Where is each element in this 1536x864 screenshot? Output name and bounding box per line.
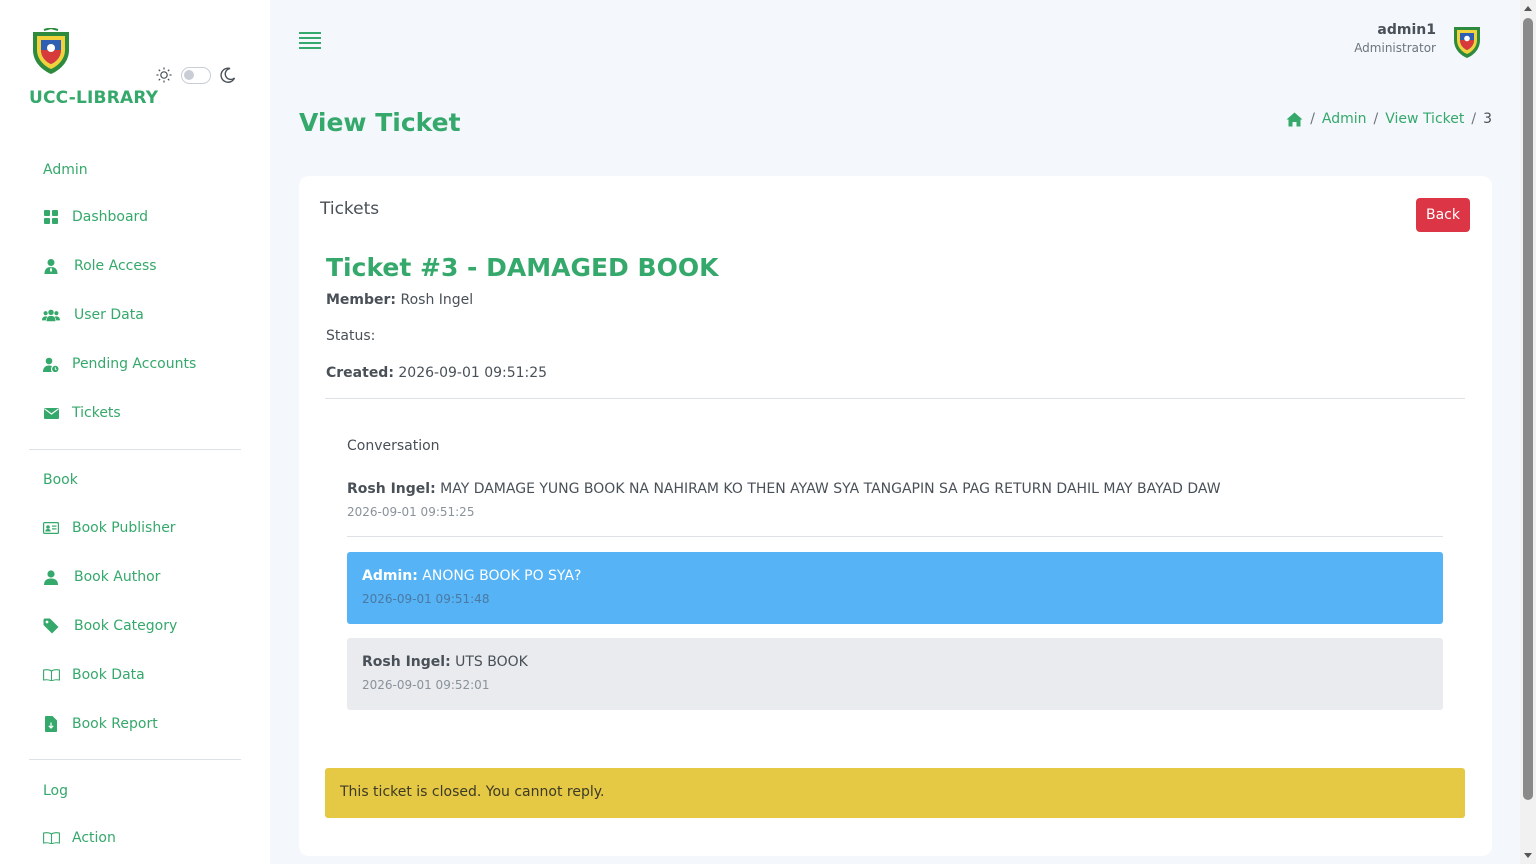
card-title: Tickets: [320, 199, 380, 219]
sidebar-item-book-category[interactable]: Book Category: [29, 608, 241, 644]
message-body: MAY DAMAGE YUNG BOOK NA NAHIRAM KO THEN …: [440, 481, 1221, 497]
sidebar-item-label: Dashboard: [72, 209, 148, 225]
breadcrumb-current: 3: [1483, 111, 1492, 127]
breadcrumb-separator: /: [1373, 111, 1379, 127]
hamburger-line: [299, 37, 321, 39]
theme-toggle: [155, 66, 237, 84]
ticket-member: Member: Rosh Ingel: [326, 292, 473, 308]
user-info[interactable]: admin1 Administrator: [1354, 22, 1436, 55]
created-value: 2026-09-01 09:51:25: [398, 365, 548, 381]
sidebar-item-book-data[interactable]: Book Data: [29, 657, 241, 693]
sidebar-item-label: Book Author: [74, 569, 161, 585]
scroll-up-icon[interactable]: [1524, 6, 1532, 11]
message-author: Rosh Ingel:: [362, 654, 451, 670]
sidebar-item-dashboard[interactable]: Dashboard: [29, 199, 241, 235]
user-role: Administrator: [1354, 41, 1436, 55]
sidebar-item-label: Book Report: [72, 716, 158, 732]
grid-icon: [42, 208, 60, 226]
sidebar-item-book-publisher[interactable]: Book Publisher: [29, 510, 241, 546]
user-name: admin1: [1377, 22, 1436, 38]
sidebar-divider: [29, 759, 241, 760]
section-title-log: Log: [43, 783, 69, 799]
brand-name: UCC-LIBRARY: [29, 88, 159, 108]
message-body: ANONG BOOK PO SYA?: [422, 568, 582, 584]
file-download-icon: [42, 715, 60, 733]
moon-icon: [220, 67, 236, 83]
admin-message: Admin: ANONG BOOK PO SYA? 2026-09-01 09:…: [347, 552, 1443, 624]
ticket-created: Created: 2026-09-01 09:51:25: [326, 365, 547, 381]
sun-icon: [156, 67, 172, 83]
sidebar-item-label: Role Access: [74, 258, 157, 274]
back-button[interactable]: Back: [1416, 198, 1470, 232]
message-time: 2026-09-01 09:51:25: [347, 505, 475, 519]
message-text: Admin: ANONG BOOK PO SYA?: [362, 568, 1428, 584]
open-book-icon: [42, 829, 60, 847]
sidebar: UCC-LIBRARY Admin Dashboard Role Access: [0, 0, 270, 864]
user-tie-icon: [42, 257, 60, 275]
section-divider: [325, 398, 1465, 399]
breadcrumb: / Admin / View Ticket / 3: [1286, 111, 1492, 127]
sidebar-item-label: User Data: [74, 307, 144, 323]
message-time: 2026-09-01 09:51:48: [362, 592, 490, 606]
breadcrumb-view-ticket[interactable]: View Ticket: [1385, 111, 1464, 127]
envelope-icon: [42, 404, 60, 422]
scrollbar-thumb[interactable]: [1523, 18, 1533, 800]
tag-icon: [42, 617, 60, 635]
id-card-icon: [42, 519, 60, 537]
sidebar-item-tickets[interactable]: Tickets: [29, 395, 241, 431]
sidebar-item-user-data[interactable]: User Data: [29, 297, 241, 333]
page-title: View Ticket: [299, 108, 461, 137]
message-text: Rosh Ingel: UTS BOOK: [362, 654, 1428, 670]
created-label: Created:: [326, 365, 394, 381]
member-label: Member:: [326, 292, 397, 308]
breadcrumb-separator: /: [1471, 111, 1477, 127]
sidebar-item-label: Book Data: [72, 667, 145, 683]
message-divider: [347, 536, 1443, 537]
user-icon: [42, 568, 60, 586]
sidebar-item-book-author[interactable]: Book Author: [29, 559, 241, 595]
member-value: Rosh Ingel: [400, 292, 474, 308]
message-text: Rosh Ingel: MAY DAMAGE YUNG BOOK NA NAHI…: [347, 481, 1443, 497]
message-body: UTS BOOK: [455, 654, 528, 670]
ucc-crest-logo[interactable]: [30, 28, 72, 76]
message-author: Rosh Ingel:: [347, 481, 436, 497]
avatar[interactable]: [1452, 24, 1482, 60]
switch-knob: [184, 69, 194, 80]
open-book-icon: [42, 666, 60, 684]
menu-toggle-icon[interactable]: [299, 32, 321, 50]
sidebar-item-action[interactable]: Action: [29, 820, 241, 856]
member-message: Rosh Ingel: UTS BOOK 2026-09-01 09:52:01: [347, 638, 1443, 710]
breadcrumb-admin[interactable]: Admin: [1322, 111, 1367, 127]
sidebar-item-label: Book Category: [74, 618, 178, 634]
sidebar-item-label: Action: [72, 830, 116, 846]
breadcrumb-separator: /: [1310, 111, 1315, 127]
dark-mode-switch[interactable]: [181, 66, 211, 84]
sidebar-item-label: Book Publisher: [72, 520, 176, 536]
sidebar-item-book-report[interactable]: Book Report: [29, 706, 241, 742]
home-icon[interactable]: [1286, 112, 1303, 127]
sidebar-item-label: Pending Accounts: [72, 356, 197, 372]
conversation-label: Conversation: [347, 438, 440, 454]
hamburger-line: [299, 47, 321, 49]
message-author: Admin:: [362, 568, 418, 584]
status-label: Status:: [326, 328, 376, 344]
sidebar-item-pending-accounts[interactable]: Pending Accounts: [29, 346, 241, 382]
sidebar-item-role-access[interactable]: Role Access: [29, 248, 241, 284]
ticket-card: Tickets Back Ticket #3 - DAMAGED BOOK Me…: [299, 176, 1492, 856]
message-time: 2026-09-01 09:52:01: [362, 678, 490, 692]
page-scrollbar[interactable]: [1520, 0, 1536, 864]
sidebar-item-label: Tickets: [72, 405, 121, 421]
hamburger-line: [299, 32, 321, 34]
hamburger-line: [299, 42, 321, 44]
ticket-status: Status:: [326, 328, 375, 344]
message-item: Rosh Ingel: MAY DAMAGE YUNG BOOK NA NAHI…: [347, 481, 1443, 519]
ticket-heading: Ticket #3 - DAMAGED BOOK: [326, 253, 719, 282]
user-clock-icon: [42, 355, 60, 373]
scroll-down-icon[interactable]: [1524, 853, 1532, 858]
users-icon: [42, 306, 60, 324]
ticket-closed-alert: This ticket is closed. You cannot reply.: [325, 768, 1465, 818]
section-title-book: Book: [43, 472, 78, 488]
section-title-admin: Admin: [43, 162, 88, 178]
sidebar-divider: [29, 449, 241, 450]
